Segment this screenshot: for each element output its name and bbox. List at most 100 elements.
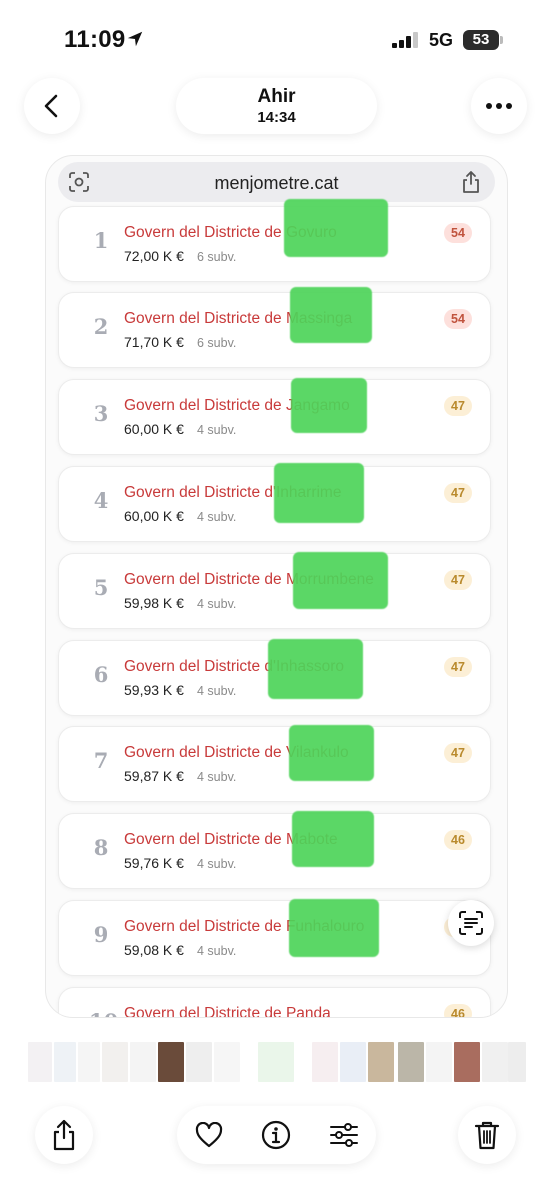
photo-thumbnail[interactable] bbox=[508, 1042, 526, 1082]
photo-thumbnail[interactable] bbox=[78, 1042, 100, 1082]
photo-thumbnail[interactable] bbox=[482, 1042, 508, 1082]
photo-thumbnail[interactable] bbox=[28, 1042, 52, 1082]
location-arrow-icon bbox=[127, 31, 143, 47]
rank-number: 7 bbox=[93, 748, 109, 773]
list-item[interactable]: 4 Govern del Districte d'Inharrime 60,00 K… bbox=[58, 463, 491, 542]
photo-thumbnail[interactable] bbox=[312, 1042, 338, 1082]
subsidy-count: 4 subv. bbox=[197, 597, 237, 611]
list-item[interactable]: 8 Govern del Districte de Mabote 59,76 K €… bbox=[58, 811, 491, 889]
photo-thumbnail[interactable] bbox=[186, 1042, 212, 1082]
url-bar[interactable]: menjometre.cat bbox=[58, 162, 495, 202]
photo-thumbnail[interactable] bbox=[426, 1042, 452, 1082]
amount: 60,00 K € bbox=[124, 508, 184, 524]
photo-thumbnail[interactable] bbox=[130, 1042, 156, 1082]
list-item[interactable]: 10 Govern del Districte de Panda 46 bbox=[58, 987, 491, 1017]
amount: 71,70 K € bbox=[124, 334, 184, 350]
subsidy-count: 4 subv. bbox=[197, 423, 237, 437]
battery-nub bbox=[500, 36, 503, 44]
rank-number: 9 bbox=[93, 922, 109, 947]
redaction-highlight bbox=[290, 287, 372, 343]
rank-number: 6 bbox=[93, 662, 109, 687]
score-badge: 54 bbox=[444, 309, 472, 329]
subsidy-count: 6 subv. bbox=[197, 336, 237, 350]
redaction-highlight bbox=[268, 639, 363, 699]
photo-thumbnail[interactable] bbox=[454, 1042, 480, 1082]
amount: 59,93 K € bbox=[124, 682, 184, 698]
subsidy-count: 4 subv. bbox=[197, 510, 237, 524]
photo-thumbnail[interactable] bbox=[54, 1042, 76, 1082]
photo-time: 14:34 bbox=[257, 109, 296, 126]
screenshot-frame: menjometre.cat 1 Govern del Districte de … bbox=[45, 155, 508, 1018]
subsidy-count: 6 subv. bbox=[197, 250, 237, 264]
info-icon bbox=[261, 1120, 291, 1150]
redaction-highlight bbox=[293, 552, 388, 609]
list-item[interactable]: 3 Govern del Districte de Jangamo 60,00 K … bbox=[58, 378, 491, 455]
redaction-highlight bbox=[284, 199, 388, 257]
rank-number: 3 bbox=[93, 401, 109, 426]
redaction-highlight bbox=[292, 811, 374, 867]
score-badge: 54 bbox=[444, 223, 472, 243]
amount: 60,00 K € bbox=[124, 421, 184, 437]
edit-button[interactable] bbox=[329, 1120, 359, 1150]
photo-date: Ahir bbox=[257, 86, 296, 107]
amount: 59,87 K € bbox=[124, 768, 184, 784]
signal-icon bbox=[392, 32, 418, 48]
adjust-icon bbox=[330, 1123, 358, 1147]
heart-icon bbox=[195, 1122, 223, 1148]
photo-thumbnail[interactable] bbox=[368, 1042, 394, 1082]
list-item[interactable]: 2 Govern del Districte de Massinga 71,70 K… bbox=[58, 287, 491, 368]
url-text: menjometre.cat bbox=[214, 173, 339, 193]
subsidy-count: 4 subv. bbox=[197, 684, 237, 698]
score-badge: 47 bbox=[444, 396, 472, 416]
list-item[interactable]: 1 Govern del Districte de Govuro 72,00 K €… bbox=[58, 199, 491, 282]
score-badge: 47 bbox=[444, 657, 472, 677]
chevron-left-icon bbox=[44, 94, 58, 118]
rank-number: 5 bbox=[93, 575, 109, 600]
battery-level: 53 bbox=[463, 30, 499, 50]
more-button[interactable] bbox=[471, 78, 527, 134]
redaction-highlight bbox=[289, 899, 379, 957]
photo-thumbnail[interactable] bbox=[340, 1042, 366, 1082]
list-item[interactable]: 9 Govern del Districte de Funhalouro 59,08… bbox=[58, 899, 491, 976]
rank-number: 1 bbox=[93, 228, 109, 253]
score-badge: 47 bbox=[444, 743, 472, 763]
favorite-button[interactable] bbox=[194, 1120, 224, 1150]
list-item[interactable]: 5 Govern del Districte de Morrumbene 59,98… bbox=[58, 552, 491, 629]
amount: 59,98 K € bbox=[124, 595, 184, 611]
rank-number: 8 bbox=[93, 835, 109, 860]
score-badge: 46 bbox=[444, 1004, 472, 1017]
rank-number: 10 bbox=[89, 1009, 118, 1017]
list-item[interactable]: 6 Govern del Districte d'Inhassoro 59,93 K… bbox=[58, 639, 491, 716]
live-text-button[interactable] bbox=[448, 900, 494, 946]
score-badge: 47 bbox=[444, 483, 472, 503]
photo-actions bbox=[177, 1106, 376, 1164]
photo-title: Ahir 14:34 bbox=[176, 78, 377, 134]
redaction-highlight bbox=[289, 725, 374, 781]
score-badge: 47 bbox=[444, 570, 472, 590]
back-button[interactable] bbox=[24, 78, 80, 134]
amount: 59,08 K € bbox=[124, 942, 184, 958]
score-badge: 46 bbox=[444, 830, 472, 850]
trash-icon bbox=[474, 1121, 500, 1150]
photo-thumbnail[interactable] bbox=[102, 1042, 128, 1082]
share-button[interactable] bbox=[35, 1106, 93, 1164]
delete-button[interactable] bbox=[458, 1106, 516, 1164]
share-icon[interactable] bbox=[461, 170, 481, 194]
redaction-highlight bbox=[274, 463, 364, 523]
photo-thumbnail[interactable] bbox=[398, 1042, 424, 1082]
subsidy-count: 4 subv. bbox=[197, 770, 237, 784]
thumbnail-strip[interactable] bbox=[28, 1042, 526, 1082]
amount: 59,76 K € bbox=[124, 855, 184, 871]
photo-thumbnail[interactable] bbox=[214, 1042, 240, 1082]
photo-thumbnail[interactable] bbox=[258, 1042, 294, 1082]
amount: 72,00 K € bbox=[124, 248, 184, 264]
entity-name-link[interactable]: Govern del Districte de Panda bbox=[124, 1005, 331, 1017]
share-icon bbox=[53, 1119, 75, 1151]
info-button[interactable] bbox=[261, 1120, 291, 1150]
photo-thumbnail[interactable] bbox=[158, 1042, 184, 1082]
network-type: 5G bbox=[429, 30, 454, 50]
rank-number: 2 bbox=[93, 314, 109, 339]
ellipsis-icon bbox=[486, 103, 512, 109]
list-item[interactable]: 7 Govern del Districte de Vilankulo 59,87 … bbox=[58, 725, 491, 802]
status-time: 11:09 bbox=[64, 26, 126, 53]
